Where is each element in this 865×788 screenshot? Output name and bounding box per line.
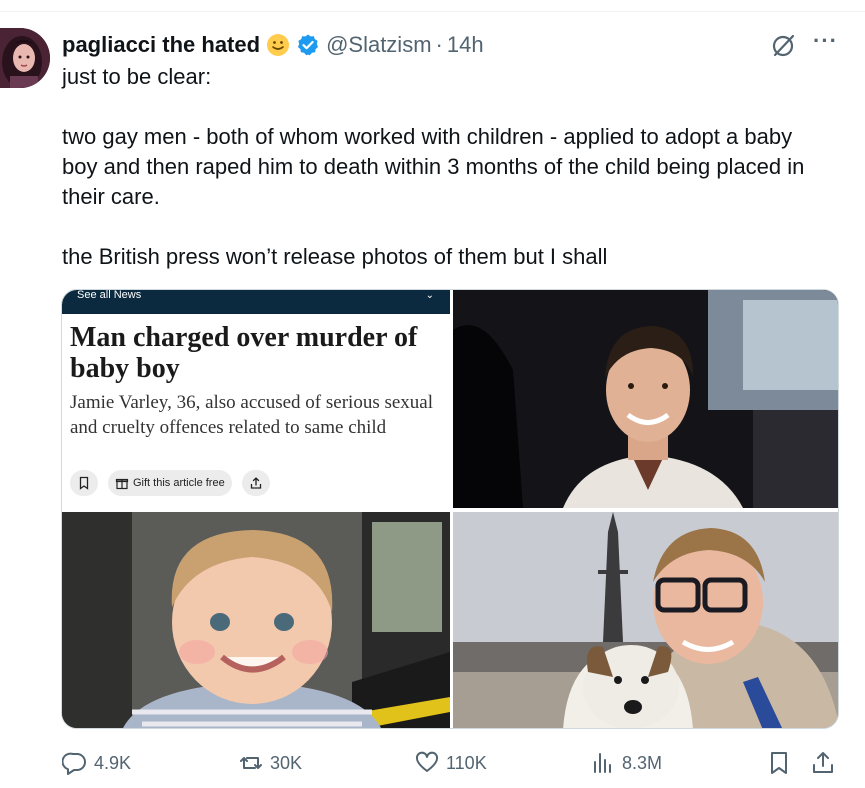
article-actions: Gift this article free: [70, 470, 270, 496]
bookmark-icon: [771, 752, 787, 774]
author-name[interactable]: pagliacci the hated: [62, 32, 260, 58]
news-top-bar-label: See all News: [77, 290, 142, 301]
share-button[interactable]: [810, 748, 836, 778]
bookmark-button[interactable]: [766, 748, 792, 778]
reply-button[interactable]: 4.9K: [62, 748, 131, 778]
tweet-paragraph: the British press won’t release photos o…: [62, 244, 608, 269]
grok-icon[interactable]: [770, 31, 798, 59]
avatar[interactable]: [0, 28, 50, 88]
more-options-icon[interactable]: ···: [813, 30, 839, 59]
like-button[interactable]: 110K: [414, 748, 487, 778]
tweet-timestamp[interactable]: 14h: [447, 32, 484, 58]
tweet-body: just to be clear: two gay men - both of …: [62, 62, 832, 272]
baby-photo-image[interactable]: [62, 512, 450, 728]
article-share-icon: [241, 470, 270, 496]
man-portrait-image[interactable]: [453, 290, 838, 508]
news-headline: Man charged over murder of baby boy: [70, 322, 418, 384]
reply-icon: [62, 752, 86, 775]
chevron-down-icon: ⌄: [425, 290, 434, 301]
tweet-paragraph: just to be clear:: [62, 64, 212, 89]
verified-badge-icon[interactable]: [296, 33, 320, 57]
heart-icon: [415, 751, 439, 772]
share-icon: [813, 752, 833, 773]
views-icon: [594, 753, 611, 773]
gift-article-label: Gift this article free: [133, 477, 225, 489]
media-grid[interactable]: See all News ⌄ Man charged over murder o…: [61, 289, 839, 729]
article-bookmark-icon: [70, 470, 98, 496]
reply-count: 4.9K: [94, 752, 132, 773]
repost-button[interactable]: 30K: [238, 748, 302, 778]
avatar-image: [0, 28, 50, 88]
tweet-paragraph: two gay men - both of whom worked with c…: [62, 124, 805, 209]
tweet-actions: 4.9K 30K 110K 8.3M: [60, 748, 840, 778]
views-count: 8.3M: [622, 752, 663, 773]
author-handle[interactable]: @Slatzism: [326, 32, 431, 58]
like-count: 110K: [446, 752, 487, 773]
repost-count: 30K: [270, 752, 303, 773]
news-top-bar: See all News ⌄: [62, 290, 450, 314]
timeline-divider: [0, 0, 865, 12]
man-with-dog-image[interactable]: [453, 512, 838, 728]
smiling-face-emoji-icon: [266, 33, 290, 57]
news-standfirst: Jamie Varley, 36, also accused of seriou…: [70, 392, 434, 438]
tweet-header: pagliacci the hated @Slatzism · 14h: [62, 31, 484, 59]
repost-icon: [240, 757, 262, 769]
gift-icon: [115, 478, 129, 490]
views-button[interactable]: 8.3M: [590, 748, 662, 778]
header-separator: ·: [435, 32, 443, 57]
gift-article-button: Gift this article free: [108, 470, 232, 496]
news-screenshot-image[interactable]: See all News ⌄ Man charged over murder o…: [62, 290, 450, 508]
